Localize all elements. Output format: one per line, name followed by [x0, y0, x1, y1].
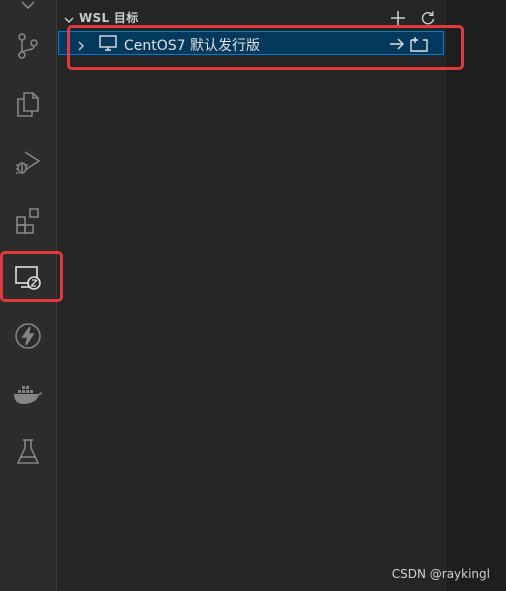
- source-control-icon[interactable]: [0, 22, 56, 70]
- highlight-box-remote-explorer: [0, 251, 63, 302]
- testing-icon[interactable]: [0, 428, 56, 476]
- lightning-icon[interactable]: [0, 312, 56, 360]
- highlight-box-target: [67, 25, 464, 70]
- watermark: CSDN @raykingl: [391, 567, 490, 581]
- docker-icon[interactable]: [0, 370, 56, 418]
- explorer-icon[interactable]: [0, 80, 56, 128]
- vscode-window: WSL 目标 CentOS7 默认发行版 CSDN @raykingl: [0, 0, 506, 591]
- run-debug-icon[interactable]: [0, 138, 56, 186]
- extensions-icon[interactable]: [0, 196, 56, 244]
- section-title: WSL 目标: [79, 11, 139, 25]
- editor-area: [445, 0, 506, 591]
- sidebar: WSL 目标 CentOS7 默认发行版: [57, 0, 445, 591]
